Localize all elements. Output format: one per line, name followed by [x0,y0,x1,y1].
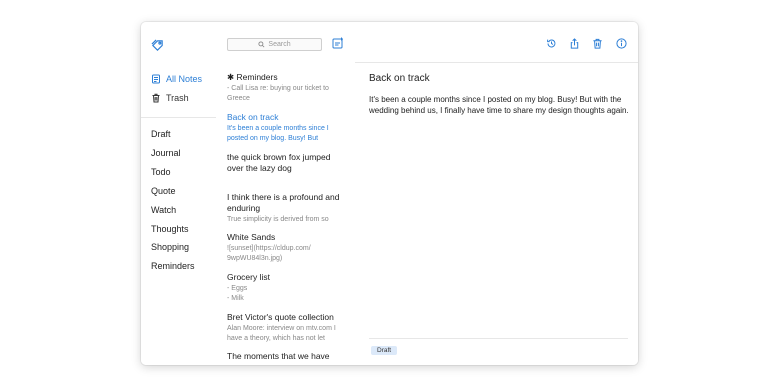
sidebar-divider [141,117,216,118]
note-heading[interactable]: Back on track [369,73,430,84]
share-icon[interactable] [569,38,580,49]
search-placeholder: Search [268,41,291,48]
sidebar-item-shopping[interactable]: Shopping [151,241,189,253]
list-item[interactable]: Grocery list - Eggs - Milk [227,272,345,304]
sidebar-item-all-notes[interactable]: All Notes [151,72,202,86]
list-item[interactable]: ✱ Reminders - Call Lisa re: buying our t… [227,72,345,104]
sidebar-item-trash[interactable]: Trash [151,91,189,105]
sidebar-item-reminders[interactable]: Reminders [151,260,195,272]
list-item[interactable]: The moments that we have [227,351,345,362]
note-snippet: It's been a couple months since I posted… [227,125,329,142]
note-title: the quick brown fox jumped over the lazy… [227,152,331,173]
note-title: Grocery list [227,272,270,282]
info-icon[interactable] [616,38,627,49]
note-title: Bret Victor's quote collection [227,312,334,322]
tag-icon[interactable] [151,39,164,52]
footer-divider [369,338,628,339]
note-title: ✱ Reminders [227,72,278,82]
app-window: All Notes Trash Draft Journal Todo Quote… [141,22,638,365]
note-snippet: - Eggs - Milk [227,285,248,302]
note-title: White Sands [227,232,276,242]
sidebar-item-todo[interactable]: Todo [151,166,171,178]
new-note-button[interactable] [332,37,344,49]
tag-badge[interactable]: Draft [371,346,398,355]
note-title: Back on track [227,112,279,122]
list-item[interactable]: Bret Victor's quote collection Alan Moor… [227,312,345,344]
list-item[interactable]: the quick brown fox jumped over the lazy… [227,152,345,174]
sidebar-item-label: All Notes [166,74,203,84]
note-list: Search ✱ Reminders - Call Lisa re: buyin… [216,22,356,365]
note-snippet: Alan Moore: interview on mtv.com I have … [227,325,336,342]
sidebar-item-thoughts[interactable]: Thoughts [151,223,189,235]
note-snippet: ![sunset](https://cldup.com/ 9wpWU84l3n.… [227,245,311,262]
search-input[interactable]: Search [227,38,322,51]
note-snippet: - Call Lisa re: buying our ticket to Gre… [227,85,329,102]
note-body[interactable]: It's been a couple months since I posted… [369,94,634,116]
sidebar-item-draft[interactable]: Draft [151,128,171,140]
history-icon[interactable] [546,38,557,49]
trash-icon[interactable] [592,38,603,49]
list-item[interactable]: White Sands ![sunset](https://cldup.com/… [227,232,345,264]
search-icon [258,41,265,48]
sidebar-item-label: Trash [166,93,189,103]
note-title: The moments that we have [227,351,330,361]
sidebar-item-quote[interactable]: Quote [151,185,176,197]
note-snippet: True simplicity is derived from so [227,216,329,223]
sidebar-item-journal[interactable]: Journal [151,147,181,159]
sidebar: All Notes Trash Draft Journal Todo Quote… [141,22,217,365]
toolbar-divider [355,62,638,63]
trash-icon [151,93,161,103]
editor-pane: Back on track It's been a couple months … [355,22,638,365]
notes-icon [151,74,161,84]
note-title: I think there is a profound and enduring [227,192,340,213]
sidebar-item-watch[interactable]: Watch [151,204,176,216]
list-item-active[interactable]: Back on track It's been a couple months … [227,112,345,144]
list-item[interactable]: I think there is a profound and enduring… [227,192,345,225]
